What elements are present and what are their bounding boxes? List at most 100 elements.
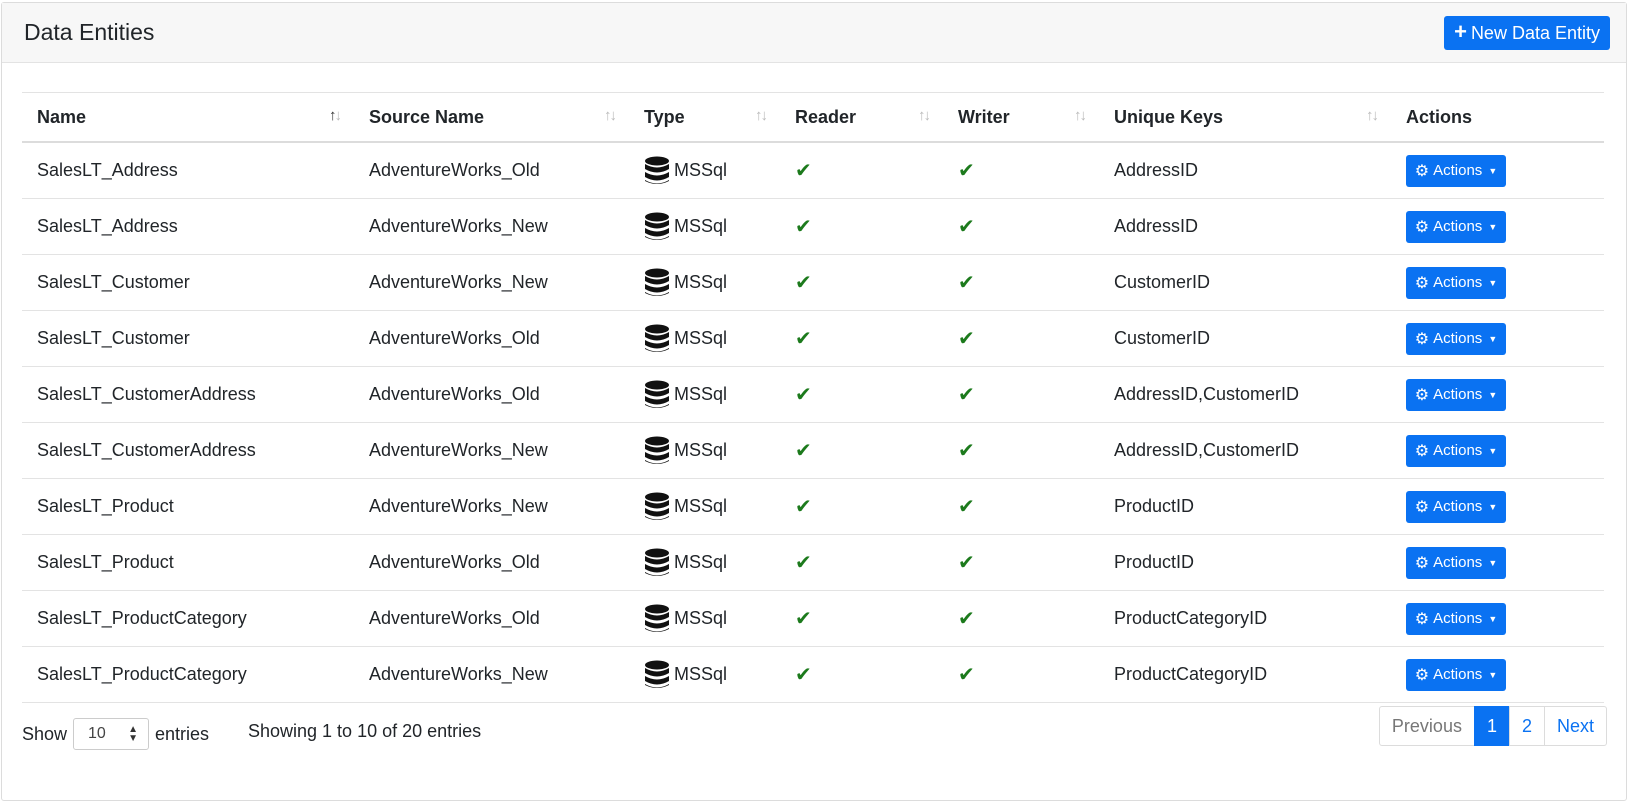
col-header-source-name[interactable]: Source Name ↑↓: [354, 92, 629, 143]
check-icon: ✔: [958, 160, 975, 182]
source-name: AdventureWorks_Old: [354, 366, 629, 423]
actions-label: Actions: [1433, 610, 1483, 627]
show-label: Show: [22, 723, 68, 744]
database-icon: [645, 156, 669, 184]
col-header-reader[interactable]: Reader ↑↓: [780, 92, 943, 143]
type-label: MSSql: [674, 664, 728, 684]
entity-name: SalesLT_Product: [22, 534, 354, 591]
actions-label: Actions: [1433, 162, 1483, 179]
table-row: SalesLT_Address AdventureWorks_New MSSql…: [22, 198, 1604, 255]
sort-icon: ↑↓: [329, 107, 342, 124]
table-row: SalesLT_Product AdventureWorks_New MSSql…: [22, 478, 1604, 535]
check-icon: ✔: [958, 328, 975, 350]
check-icon: ✔: [958, 216, 975, 238]
check-icon: ✔: [958, 608, 975, 630]
entity-type: MSSql: [629, 254, 780, 311]
check-icon: ✔: [795, 328, 812, 350]
entity-name: SalesLT_Customer: [22, 254, 354, 311]
check-icon: ✔: [795, 160, 812, 182]
reader-cell: ✔: [780, 198, 943, 255]
next-page-button[interactable]: Next: [1543, 706, 1607, 746]
reader-cell: ✔: [780, 254, 943, 311]
caret-down-icon: ▼: [1488, 613, 1498, 624]
reader-cell: ✔: [780, 646, 943, 703]
col-header-unique-keys[interactable]: Unique Keys ↑↓: [1099, 92, 1391, 143]
type-label: MSSql: [674, 496, 728, 516]
new-data-entity-label: New Data Entity: [1470, 22, 1600, 43]
col-header-type[interactable]: Type ↑↓: [629, 92, 780, 143]
actions-dropdown-button[interactable]: ⚙ Actions ▼: [1406, 658, 1506, 691]
page-length-select[interactable]: 10 ▲ ▼: [73, 718, 150, 750]
source-name: AdventureWorks_Old: [354, 590, 629, 647]
caret-down-icon: ▼: [1488, 501, 1498, 512]
check-icon: ✔: [958, 384, 975, 406]
pagination: Previous 1 2 Next: [1378, 706, 1607, 746]
new-data-entity-button[interactable]: + New Data Entity: [1444, 16, 1610, 50]
actions-dropdown-button[interactable]: ⚙ Actions ▼: [1406, 154, 1506, 187]
actions-dropdown-button[interactable]: ⚙ Actions ▼: [1406, 546, 1506, 579]
actions-dropdown-button[interactable]: ⚙ Actions ▼: [1406, 378, 1506, 411]
check-icon: ✔: [958, 440, 975, 462]
writer-cell: ✔: [943, 310, 1099, 367]
actions-dropdown-button[interactable]: ⚙ Actions ▼: [1406, 490, 1506, 523]
source-name: AdventureWorks_New: [354, 646, 629, 703]
actions-cell: ⚙ Actions ▼: [1391, 534, 1604, 591]
table-row: SalesLT_CustomerAddress AdventureWorks_N…: [22, 422, 1604, 479]
unique-keys: ProductCategoryID: [1099, 646, 1391, 703]
actions-dropdown-button[interactable]: ⚙ Actions ▼: [1406, 602, 1506, 635]
writer-cell: ✔: [943, 142, 1099, 199]
writer-cell: ✔: [943, 198, 1099, 255]
table-info: Showing 1 to 10 of 20 entries: [248, 721, 482, 741]
check-icon: ✔: [795, 384, 812, 406]
col-header-actions: Actions: [1391, 92, 1604, 143]
actions-cell: ⚙ Actions ▼: [1391, 254, 1604, 311]
actions-label: Actions: [1433, 386, 1483, 403]
database-icon: [645, 660, 669, 688]
col-header-name[interactable]: Name ↑↓: [22, 92, 354, 143]
unique-keys: CustomerID: [1099, 310, 1391, 367]
writer-cell: ✔: [943, 478, 1099, 535]
page-2-button[interactable]: 2: [1508, 706, 1545, 746]
writer-cell: ✔: [943, 646, 1099, 703]
actions-label: Actions: [1433, 554, 1483, 571]
caret-down-icon: ▼: [1488, 221, 1498, 232]
actions-dropdown-button[interactable]: ⚙ Actions ▼: [1406, 322, 1506, 355]
actions-label: Actions: [1433, 274, 1483, 291]
entity-type: MSSql: [629, 590, 780, 647]
caret-down-icon: ▼: [1488, 389, 1498, 400]
unique-keys: CustomerID: [1099, 254, 1391, 311]
entity-type: MSSql: [629, 142, 780, 199]
check-icon: ✔: [958, 272, 975, 294]
caret-down-icon: ▼: [1488, 165, 1498, 176]
gear-icon: ⚙: [1414, 274, 1430, 292]
previous-page-button[interactable]: Previous: [1378, 706, 1475, 746]
page-1-button[interactable]: 1: [1473, 706, 1510, 746]
actions-dropdown-button[interactable]: ⚙ Actions ▼: [1406, 434, 1506, 467]
gear-icon: ⚙: [1414, 330, 1430, 348]
sort-icon: ↑↓: [1074, 107, 1087, 124]
unique-keys: AddressID: [1099, 142, 1391, 199]
table-row: SalesLT_ProductCategory AdventureWorks_O…: [22, 590, 1604, 647]
actions-label: Actions: [1433, 442, 1483, 459]
actions-dropdown-button[interactable]: ⚙ Actions ▼: [1406, 266, 1506, 299]
type-label: MSSql: [674, 216, 728, 236]
entity-type: MSSql: [629, 310, 780, 367]
entity-name: SalesLT_ProductCategory: [22, 590, 354, 647]
data-entities-table: Name ↑↓ Source Name ↑↓ Type ↑↓ Reader ↑↓ Wri…: [22, 92, 1604, 703]
unique-keys: AddressID: [1099, 198, 1391, 255]
database-icon: [645, 548, 669, 576]
reader-cell: ✔: [780, 478, 943, 535]
actions-dropdown-button[interactable]: ⚙ Actions ▼: [1406, 210, 1506, 243]
plus-icon: +: [1454, 19, 1467, 44]
unique-keys: ProductCategoryID: [1099, 590, 1391, 647]
actions-cell: ⚙ Actions ▼: [1391, 646, 1604, 703]
col-header-writer[interactable]: Writer ↑↓: [943, 92, 1099, 143]
writer-cell: ✔: [943, 590, 1099, 647]
caret-down-icon: ▼: [1488, 277, 1498, 288]
table-header-row: Name ↑↓ Source Name ↑↓ Type ↑↓ Reader ↑↓ Wri…: [22, 92, 1604, 143]
reader-cell: ✔: [780, 310, 943, 367]
source-name: AdventureWorks_New: [354, 198, 629, 255]
source-name: AdventureWorks_New: [354, 478, 629, 535]
reader-cell: ✔: [780, 142, 943, 199]
sort-icon: ↑↓: [604, 107, 617, 124]
